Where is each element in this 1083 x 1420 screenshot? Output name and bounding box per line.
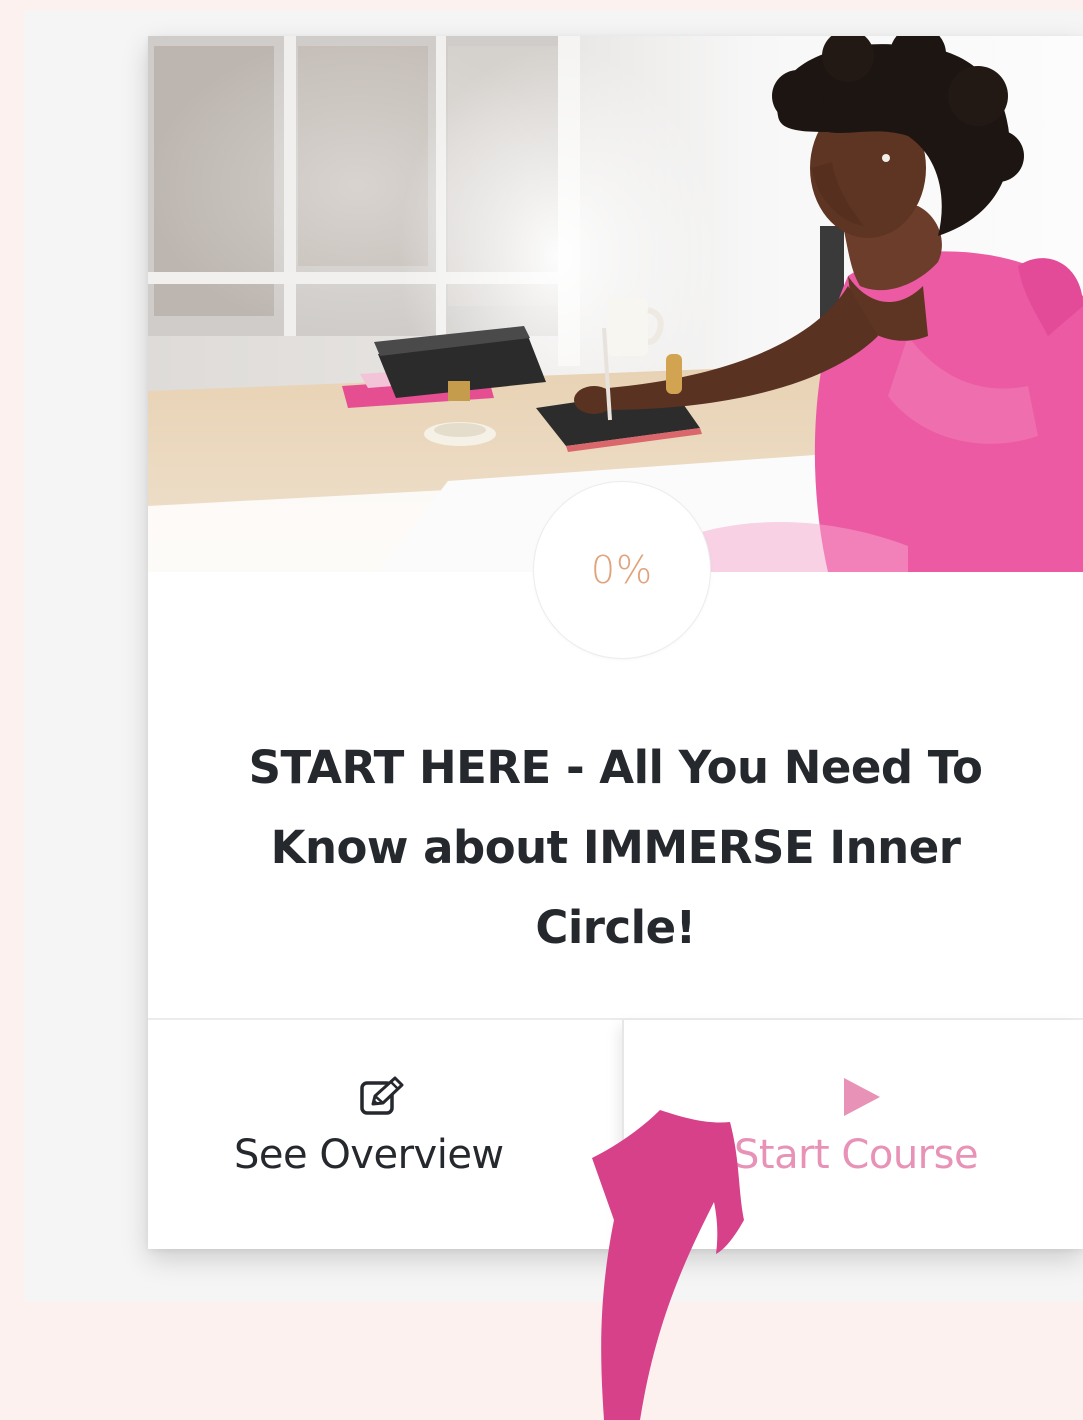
course-actions: See Overview Start Course: [148, 1018, 1083, 1249]
course-title: START HERE - All You Need To Know about …: [248, 741, 983, 954]
start-course-label: Start Course: [734, 1132, 979, 1178]
course-card: 0% START HERE - All You Need To Know abo…: [148, 36, 1083, 1249]
edit-icon: [359, 1076, 409, 1123]
see-overview-button[interactable]: See Overview: [148, 1020, 622, 1249]
play-icon: [840, 1076, 882, 1123]
see-overview-label: See Overview: [234, 1132, 504, 1178]
progress-indicator: 0%: [534, 482, 710, 658]
progress-percentage: 0%: [590, 548, 654, 592]
start-course-button[interactable]: Start Course: [622, 1020, 1083, 1249]
